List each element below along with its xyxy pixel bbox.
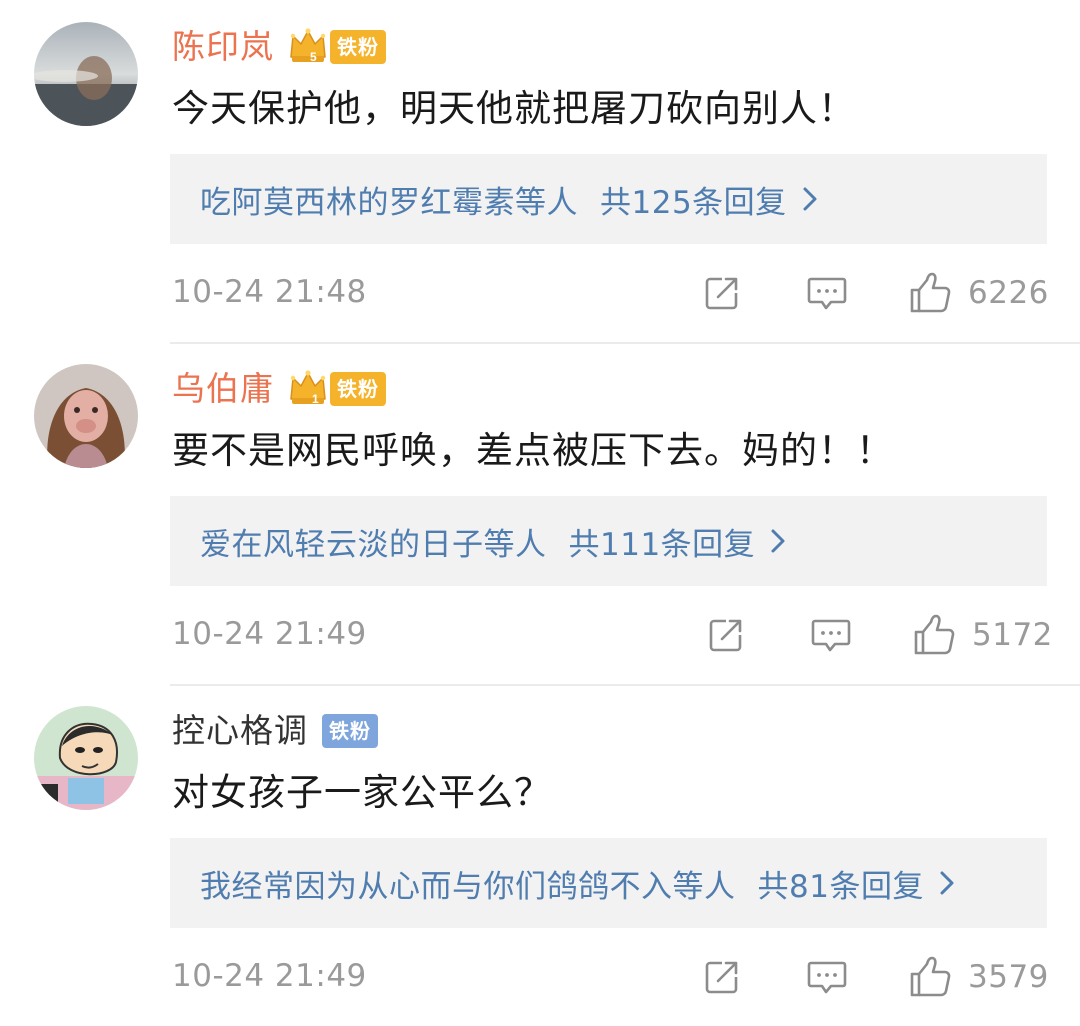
crown-level: 1: [312, 392, 319, 406]
thumbs-up-icon: [912, 613, 956, 657]
timestamp: 10-24 21:48: [172, 274, 367, 310]
like-button[interactable]: 5172: [912, 608, 1053, 662]
user-name[interactable]: 控心格调: [172, 711, 308, 751]
replies-link[interactable]: 我经常因为从心而与你们鸽鸽不入等人 共81条回复: [170, 838, 1047, 928]
reply-count: 共125条回复: [600, 184, 787, 221]
share-button[interactable]: [702, 950, 742, 1004]
avatar[interactable]: [34, 22, 138, 126]
crown-level: 5: [310, 50, 317, 64]
crown-icon: 5: [288, 27, 328, 64]
crown-icon: 1: [288, 369, 328, 406]
chevron-right-icon: [938, 870, 956, 896]
comment-text: 要不是网民呼唤，差点被压下去。妈的！！: [172, 429, 894, 472]
user-name[interactable]: 乌伯庸: [172, 369, 274, 409]
share-button[interactable]: [702, 266, 742, 320]
comment-button[interactable]: [810, 608, 852, 662]
share-button[interactable]: [706, 608, 746, 662]
timestamp: 10-24 21:49: [172, 958, 367, 994]
comment-item: 控心格调 铁粉 对女孩子一家公平么？ 我经常因为从心而与你们鸽鸽不入等人 共81…: [0, 684, 1080, 1026]
timestamp: 10-24 21:49: [172, 616, 367, 652]
fan-badge: 铁粉: [322, 714, 378, 748]
share-icon: [706, 615, 746, 655]
user-row: 控心格调 铁粉: [172, 702, 378, 760]
chevron-right-icon: [801, 186, 819, 212]
reply-users: 爱在风轻云淡的日子等人: [200, 526, 547, 563]
divider: [170, 684, 1080, 686]
like-button[interactable]: 6226: [908, 266, 1049, 320]
comment-item: 陈印岚 5 铁粉 今天保护他，明天他就把屠刀砍向别人！ 吃阿莫西林的罗红霉素等人…: [0, 0, 1080, 342]
comment-icon: [806, 273, 848, 313]
user-row: 乌伯庸 1 铁粉: [172, 360, 386, 418]
thumbs-up-icon: [908, 271, 952, 315]
reply-users: 吃阿莫西林的罗红霉素等人: [200, 184, 578, 221]
divider: [170, 342, 1080, 344]
share-icon: [702, 957, 742, 997]
like-count: 6226: [968, 275, 1049, 311]
comment-text: 对女孩子一家公平么？: [172, 771, 552, 814]
user-row: 陈印岚 5 铁粉: [172, 18, 386, 76]
comment-text: 今天保护他，明天他就把屠刀砍向别人！: [172, 87, 856, 130]
user-name[interactable]: 陈印岚: [172, 27, 274, 67]
reply-users: 我经常因为从心而与你们鸽鸽不入等人: [200, 868, 736, 905]
thumbs-up-icon: [908, 955, 952, 999]
comment-button[interactable]: [806, 266, 848, 320]
share-icon: [702, 273, 742, 313]
replies-link[interactable]: 爱在风轻云淡的日子等人 共111条回复: [170, 496, 1047, 586]
comment-icon: [810, 615, 852, 655]
fan-badge: 铁粉: [330, 30, 386, 64]
like-count: 3579: [968, 959, 1049, 995]
like-button[interactable]: 3579: [908, 950, 1049, 1004]
comment-button[interactable]: [806, 950, 848, 1004]
comment-icon: [806, 957, 848, 997]
comment-item: 乌伯庸 1 铁粉 要不是网民呼唤，差点被压下去。妈的！！ 爱在风轻云淡的日子等人…: [0, 342, 1080, 684]
replies-link[interactable]: 吃阿莫西林的罗红霉素等人 共125条回复: [170, 154, 1047, 244]
reply-count: 共111条回复: [568, 526, 756, 563]
avatar[interactable]: [34, 706, 138, 810]
like-count: 5172: [972, 617, 1053, 653]
reply-count: 共81条回复: [757, 868, 924, 905]
chevron-right-icon: [769, 528, 787, 554]
fan-badge: 铁粉: [330, 372, 386, 406]
avatar[interactable]: [34, 364, 138, 468]
